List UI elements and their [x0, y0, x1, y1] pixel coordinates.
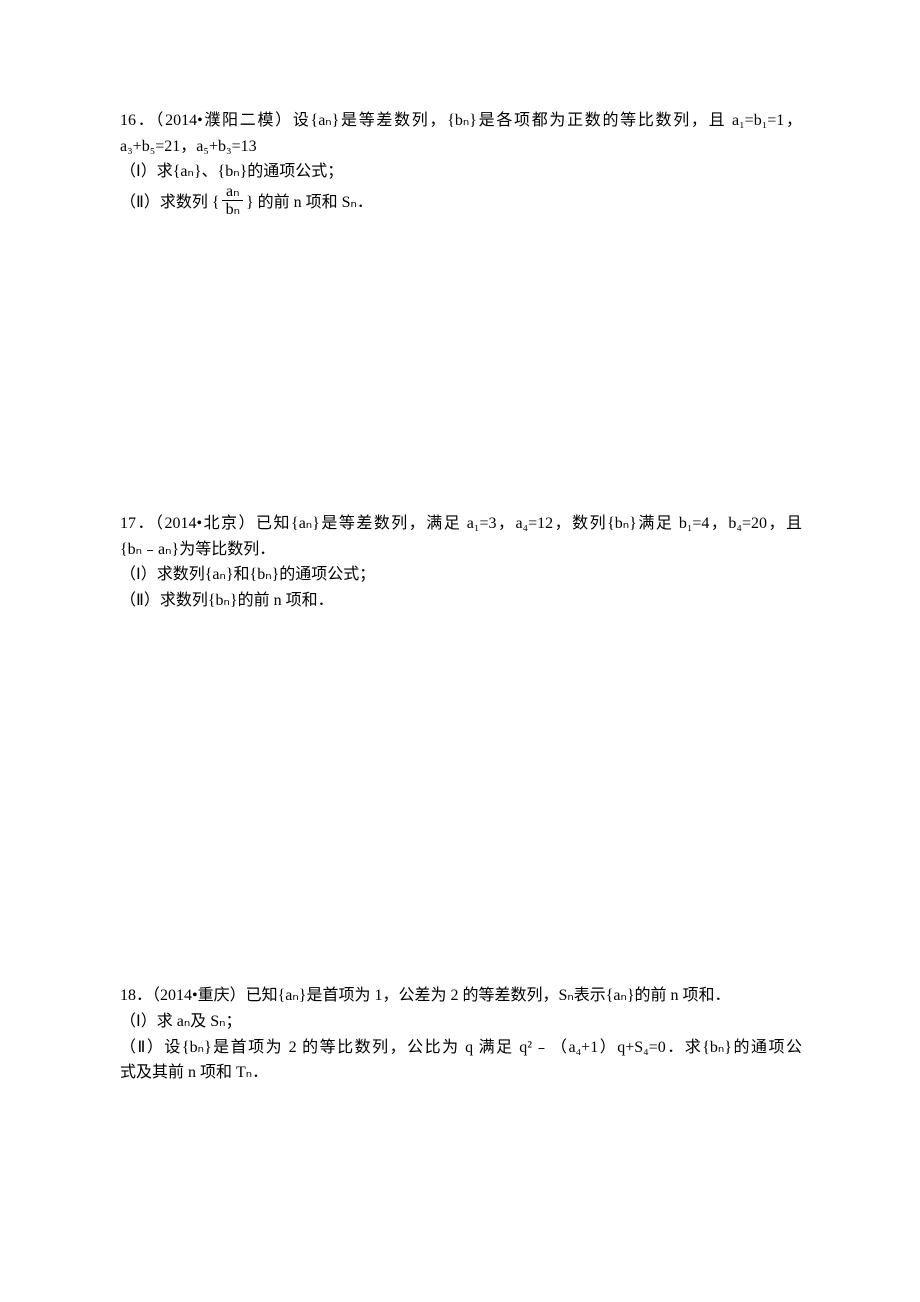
problem-17: 17．（2014•北京）已知{aₙ}是等差数列，满足 a₁=3，a₄=12，数列…	[120, 511, 802, 613]
p16-line-1: 16．（2014•濮阳二模）设{aₙ}是等差数列，{bₙ}是各项都为正数的等比数…	[120, 108, 802, 134]
p16-line-4a: （Ⅱ）求数列 {	[120, 190, 220, 216]
fraction-denominator: bₙ	[222, 201, 244, 219]
p16-line-4b: } 的前 n 项和 Sₙ．	[246, 190, 373, 216]
p18-line-1: 18．（2014•重庆）已知{aₙ}是首项为 1，公差为 2 的等差数列，Sₙ表…	[120, 983, 802, 1009]
p16-line-2: a₃+b₅=21，a₅+b₃=13	[120, 134, 802, 160]
p18-line-4: 式及其前 n 项和 Tₙ．	[120, 1060, 802, 1086]
fraction-icon: aₙ bₙ	[222, 183, 244, 219]
fraction-numerator: aₙ	[222, 183, 243, 202]
p17-line-2: {bₙ﹣aₙ}为等比数列．	[120, 537, 802, 563]
p17-line-1: 17．（2014•北京）已知{aₙ}是等差数列，满足 a₁=3，a₄=12，数列…	[120, 511, 802, 537]
p18-line-3: （Ⅱ）设{bₙ}是首项为 2 的等比数列，公比为 q 满足 q²﹣（a₄+1）q…	[120, 1035, 802, 1061]
problem-16: 16．（2014•濮阳二模）设{aₙ}是等差数列，{bₙ}是各项都为正数的等比数…	[120, 108, 802, 221]
p16-line-3: （Ⅰ）求{aₙ}、{bₙ}的通项公式；	[120, 159, 802, 185]
problem-18: 18．（2014•重庆）已知{aₙ}是首项为 1，公差为 2 的等差数列，Sₙ表…	[120, 983, 802, 1085]
p16-line-4: （Ⅱ）求数列 { aₙ bₙ } 的前 n 项和 Sₙ．	[120, 185, 373, 221]
p17-line-3: （Ⅰ）求数列{aₙ}和{bₙ}的通项公式；	[120, 562, 802, 588]
p18-line-2: （Ⅰ）求 aₙ及 Sₙ；	[120, 1009, 802, 1035]
document-page: 16．（2014•濮阳二模）设{aₙ}是等差数列，{bₙ}是各项都为正数的等比数…	[0, 0, 920, 1086]
p17-line-4: （Ⅱ）求数列{bₙ}的前 n 项和．	[120, 588, 802, 614]
